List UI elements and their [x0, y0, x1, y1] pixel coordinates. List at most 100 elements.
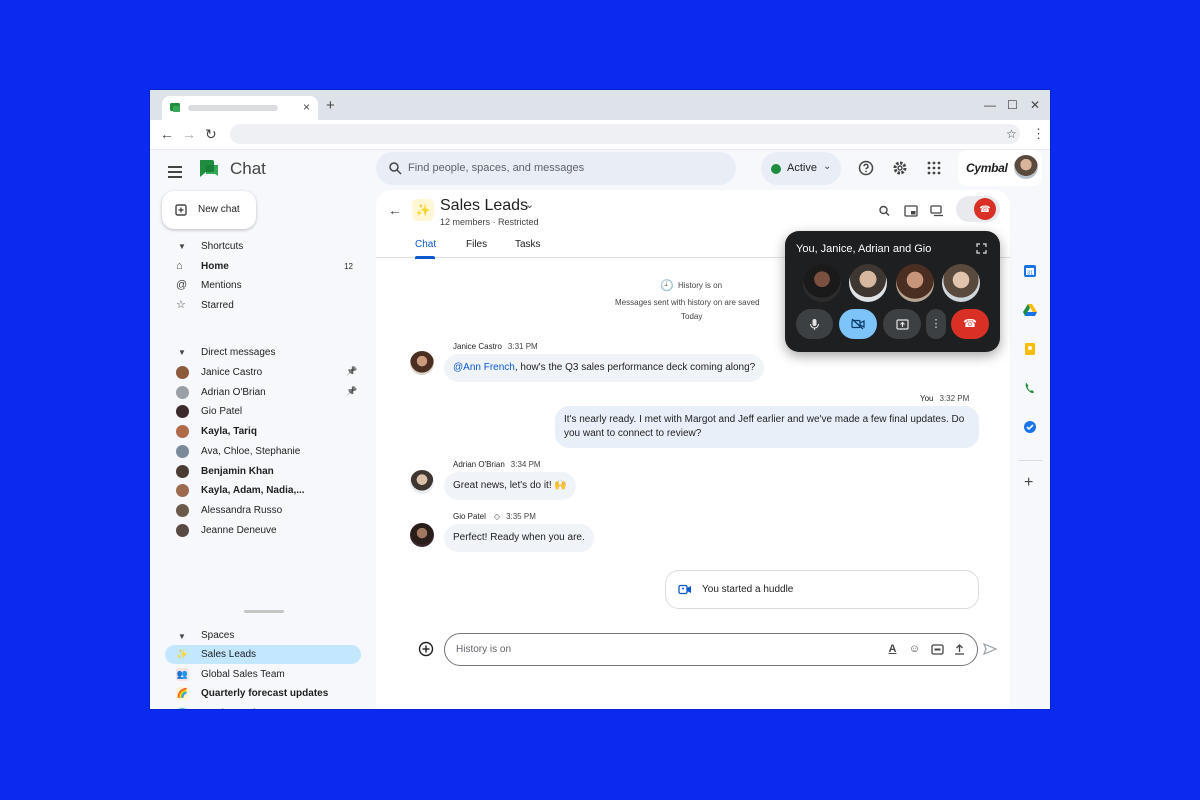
drive-icon[interactable] [1023, 303, 1037, 317]
tab-files[interactable]: Files [466, 239, 487, 250]
format-text-icon[interactable]: A [886, 643, 899, 656]
sidebar-item-label: Global Sales Team [201, 668, 285, 680]
message-meta: You 3:32 PM [920, 394, 969, 403]
gif-icon[interactable] [931, 643, 944, 656]
status-label: Active [787, 162, 817, 174]
participant-avatar[interactable] [942, 264, 980, 302]
present-screen-button[interactable] [883, 309, 921, 339]
tab-tasks[interactable]: Tasks [515, 239, 541, 250]
upload-icon[interactable] [953, 643, 966, 656]
huddle-event-card[interactable]: You started a huddle [665, 570, 979, 609]
back-icon[interactable]: ← [160, 126, 174, 142]
chevron-down-icon: ⌄ [823, 161, 832, 172]
emoji-icon[interactable]: ☺ [908, 643, 921, 656]
window-close-icon[interactable]: ✕ [1030, 98, 1040, 112]
sidebar-item-space[interactable]: 🌎 South America GTM [165, 704, 361, 709]
main-menu-icon[interactable] [168, 166, 182, 178]
sidebar-item-label: Ava, Chloe, Stephanie [201, 445, 301, 457]
back-arrow-icon[interactable]: ← [388, 202, 402, 218]
tasks-icon[interactable] [1023, 420, 1037, 434]
hang-up-button[interactable]: ☎ [951, 309, 989, 339]
sidebar-item-home[interactable]: ⌂ Home 12 [165, 257, 361, 276]
sidebar-item-space[interactable]: ✨ Sales Leads [165, 645, 361, 664]
spaces-collapse-icon[interactable]: ▼ [178, 632, 186, 641]
leave-huddle-button[interactable]: ☎ [956, 196, 1000, 222]
expand-icon[interactable] [976, 243, 987, 254]
apps-grid-icon[interactable] [926, 160, 942, 176]
shortcuts-heading[interactable]: Shortcuts [201, 241, 243, 252]
new-chat-button[interactable]: New chat [162, 191, 256, 229]
shortcuts-collapse-icon[interactable]: ▼ [178, 242, 186, 251]
maximize-icon[interactable]: ☐ [1007, 98, 1018, 112]
forward-icon[interactable]: → [182, 126, 196, 142]
huddle-icon [678, 584, 691, 595]
minimize-icon[interactable]: — [984, 98, 996, 112]
participant-avatar[interactable] [849, 264, 887, 302]
voice-icon[interactable] [1023, 381, 1037, 395]
browser-tab[interactable]: × [162, 96, 318, 120]
send-icon[interactable] [983, 643, 997, 655]
profile-avatar[interactable] [1014, 155, 1038, 179]
sidebar-item-dm[interactable]: Janice Castro 📌 [165, 363, 361, 382]
new-tab-icon[interactable]: + [326, 97, 335, 114]
calendar-icon[interactable]: 31 [1023, 264, 1037, 278]
sidebar-item-dm[interactable]: Ava, Chloe, Stephanie [165, 442, 361, 461]
video-off-icon [851, 318, 865, 330]
participant-avatar[interactable] [803, 264, 841, 302]
account-switcher[interactable]: Cymbal [958, 150, 1042, 186]
huddle-participants-title: You, Janice, Adrian and Gio [796, 243, 932, 255]
sidebar-item-dm[interactable]: Gio Patel [165, 402, 361, 421]
pin-icon[interactable]: 📌 [346, 366, 357, 377]
tab-title-placeholder [188, 105, 278, 111]
dm-collapse-icon[interactable]: ▼ [178, 348, 186, 357]
add-attachment-icon[interactable] [418, 641, 434, 657]
sender-name[interactable]: Janice Castro [453, 342, 502, 351]
mention-link[interactable]: @Ann French [453, 362, 515, 373]
space-title[interactable]: Sales Leads [440, 197, 528, 215]
bookmark-star-icon[interactable]: ☆ [1006, 127, 1017, 141]
sidebar-item-dm[interactable]: Kayla, Tariq [165, 422, 361, 441]
message-composer[interactable]: History is on A ☺ [444, 633, 978, 666]
sidebar-item-dm[interactable]: Jeanne Deneuve [165, 521, 361, 540]
sender-name[interactable]: Adrian O'Brian [453, 460, 505, 469]
sidebar-item-dm[interactable]: Benjamin Khan [165, 462, 361, 481]
microphone-button[interactable] [796, 309, 833, 339]
avatar [176, 523, 189, 537]
add-app-icon[interactable]: + [1024, 474, 1033, 492]
participant-avatar[interactable] [896, 264, 934, 302]
search-in-space-icon[interactable] [878, 205, 892, 217]
more-options-icon[interactable]: ⋮ [926, 309, 946, 339]
sidebar-item-dm[interactable]: Adrian O'Brian 📌 [165, 383, 361, 402]
pin-icon[interactable]: 📌 [346, 386, 357, 397]
avatar[interactable] [410, 470, 434, 494]
browser-menu-icon[interactable]: ⋮ [1032, 126, 1045, 142]
camera-off-button[interactable] [839, 309, 877, 339]
keep-icon[interactable] [1023, 342, 1037, 356]
sender-name[interactable]: Gio Patel [453, 512, 486, 521]
message-meta: Gio Patel ◇ 3:35 PM [453, 512, 536, 521]
new-chat-label: New chat [198, 204, 240, 215]
sidebar-item-dm[interactable]: Alessandra Russo [165, 501, 361, 520]
avatar[interactable] [410, 523, 434, 547]
sidebar-item-starred[interactable]: ☆ Starred [165, 296, 361, 315]
tab-chat[interactable]: Chat [415, 239, 436, 250]
spaces-heading[interactable]: Spaces [201, 630, 234, 641]
sidebar-item-dm[interactable]: Kayla, Adam, Nadia,... [165, 481, 361, 500]
chevron-down-icon[interactable]: ⌄ [525, 198, 534, 211]
help-icon[interactable] [858, 160, 874, 176]
gear-icon[interactable] [892, 160, 908, 176]
search-input[interactable]: Find people, spaces, and messages [376, 152, 736, 185]
status-selector[interactable]: Active ⌄ [761, 152, 841, 185]
address-bar[interactable] [230, 124, 1020, 144]
tab-close-icon[interactable]: × [303, 100, 310, 114]
message-time: 3:35 PM [506, 512, 536, 521]
picture-in-picture-icon[interactable] [904, 205, 918, 217]
sidebar-item-mentions[interactable]: @ Mentions [165, 276, 361, 295]
sidebar-item-space[interactable]: 🌈 Quarterly forecast updates [165, 684, 361, 703]
sidebar-item-space[interactable]: 👥 Global Sales Team [165, 665, 361, 684]
direct-messages-heading[interactable]: Direct messages [201, 347, 275, 358]
threads-icon[interactable] [930, 205, 944, 217]
avatar[interactable] [410, 351, 434, 375]
reload-icon[interactable]: ↻ [205, 126, 217, 143]
section-resize-handle[interactable] [244, 610, 284, 613]
